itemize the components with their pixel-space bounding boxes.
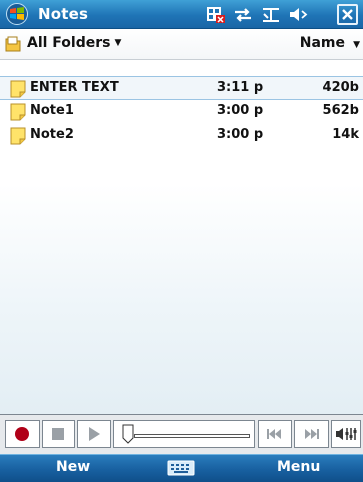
note-icon [10,80,26,98]
title-bar: Notes [0,0,363,29]
softkey-bar: New Menu [0,454,363,482]
signal-icon[interactable] [260,5,282,24]
note-time: 3:00 p [217,127,264,142]
close-button[interactable] [337,4,358,25]
folder-bar: All Folders ▼ Name ▼ [0,29,363,60]
note-icon [10,103,26,121]
record-icon [15,427,29,441]
note-row[interactable]: Note2 3:00 p 14k [0,124,363,148]
stop-button[interactable] [42,420,75,448]
note-time: 3:00 p [217,103,264,118]
note-size: 420b [322,80,359,95]
recording-toolbar [0,414,363,454]
keyboard-icon[interactable] [166,459,196,477]
recorder-volume-button[interactable] [331,420,361,448]
slider-track [134,434,250,438]
folder-dropdown-label: All Folders [27,35,111,51]
sim-card-icon[interactable] [206,5,226,24]
folder-dropdown[interactable]: All Folders ▼ [27,35,121,51]
new-softkey[interactable]: New [56,459,90,475]
note-row[interactable]: Note1 3:00 p 562b [0,100,363,124]
previous-button[interactable] [258,420,292,448]
note-time: 3:11 p [217,80,264,95]
note-name: Note2 [30,127,74,142]
note-name: ENTER TEXT [30,80,119,95]
play-icon [89,427,100,441]
volume-icon[interactable] [288,5,310,24]
recorder-volume-icon [336,428,357,440]
next-button[interactable] [294,420,329,448]
stop-icon [52,428,64,440]
menu-softkey[interactable]: Menu [277,459,320,475]
windows-start-icon[interactable] [6,3,28,25]
folder-icon [5,36,21,52]
note-row[interactable]: ENTER TEXT 3:11 p 420b [0,76,363,100]
play-button[interactable] [77,420,111,448]
note-name: Note1 [30,103,74,118]
sort-dropdown[interactable]: Name [300,35,345,51]
chevron-down-icon: ▼ [114,38,122,48]
app-title: Notes [38,5,89,23]
slider-thumb-icon[interactable] [122,424,134,444]
note-icon [10,127,26,145]
next-icon [305,429,319,439]
note-size: 562b [322,103,359,118]
connectivity-icon[interactable] [232,5,254,24]
playback-slider[interactable] [113,420,255,448]
note-list: ENTER TEXT 3:11 p 420b Note1 3:00 p 562b… [0,60,363,414]
chevron-down-icon: ▼ [353,40,360,50]
record-button[interactable] [5,420,40,448]
note-size: 14k [332,127,359,142]
previous-icon [267,429,281,439]
close-icon [342,9,353,20]
